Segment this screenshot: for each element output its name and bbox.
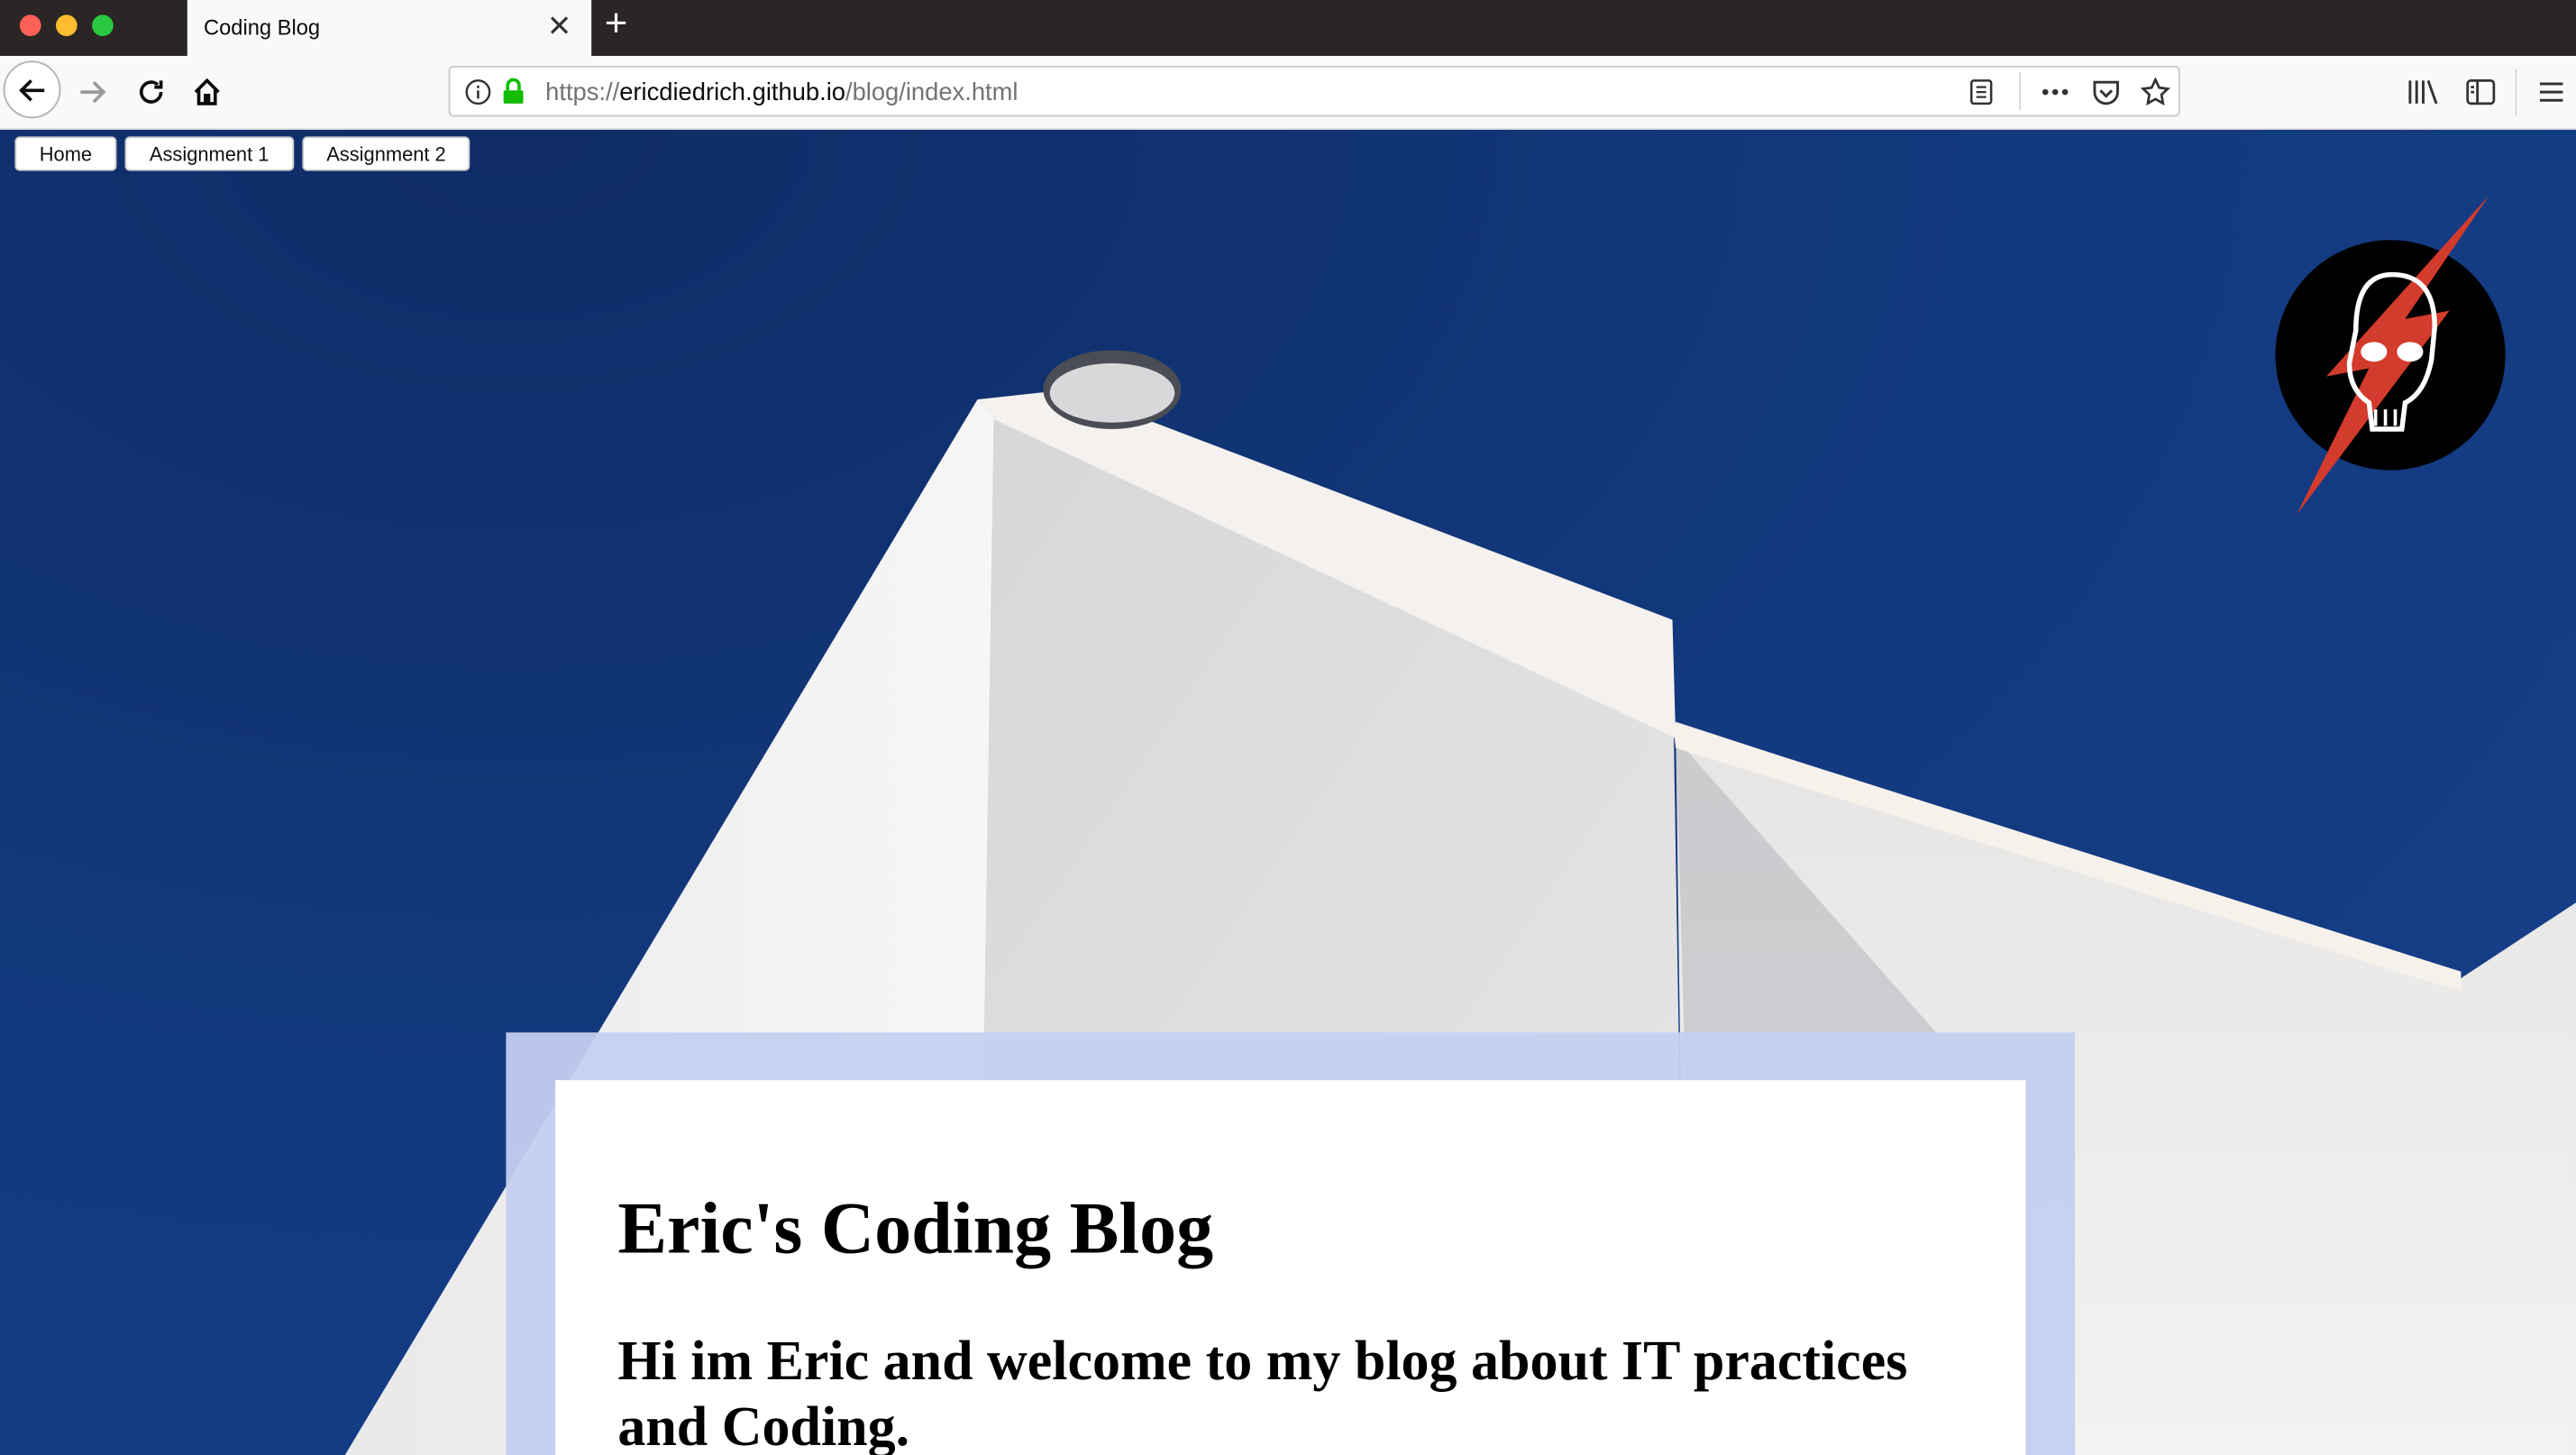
url-bar[interactable]: https://ericdiedrich.github.io/blog/inde… [448, 65, 2180, 117]
tab-coding-blog[interactable]: Coding Blog ✕ [187, 0, 592, 57]
menu-icon[interactable] [2538, 80, 2564, 104]
pocket-icon[interactable] [2091, 79, 2121, 107]
home-button[interactable] [187, 72, 227, 112]
back-button[interactable] [3, 60, 61, 119]
url-scheme: https:// [545, 78, 620, 107]
bookmark-star-icon[interactable] [2140, 77, 2170, 107]
nav-home-button[interactable]: Home [14, 136, 117, 171]
info-icon[interactable] [465, 79, 491, 105]
forward-button[interactable] [72, 72, 112, 112]
maximize-window-button[interactable] [92, 14, 114, 37]
library-icon[interactable] [2407, 79, 2439, 105]
minimize-window-button[interactable] [55, 14, 78, 37]
forward-arrow-icon [80, 80, 106, 104]
url-host: ericdiedrich.github.io [619, 78, 845, 107]
page-title: Eric's Coding Blog [617, 1186, 1214, 1269]
content-card: Eric's Coding Blog Hi im Eric and welcom… [555, 1080, 2026, 1455]
url-text[interactable]: https://ericdiedrich.github.io/blog/inde… [545, 79, 1018, 107]
tab-title: Coding Blog [204, 14, 321, 40]
site-navigation: Home Assignment 1 Assignment 2 [14, 136, 471, 171]
skull-lightning-logo[interactable] [2274, 196, 2512, 525]
close-icon[interactable]: ✕ [547, 10, 572, 42]
lock-icon[interactable] [501, 78, 525, 105]
reload-button[interactable] [132, 72, 171, 112]
home-icon [194, 78, 220, 105]
sidebar-icon[interactable] [2466, 78, 2496, 105]
reader-view-icon[interactable] [1969, 79, 1995, 105]
nav-assignment-1-button[interactable]: Assignment 1 [124, 136, 294, 171]
web-page: Home Assignment 1 Assignment 2 Eric's Co… [0, 130, 2576, 1455]
navigation-toolbar: https://ericdiedrich.github.io/blog/inde… [0, 56, 2576, 131]
more-icon[interactable] [2039, 79, 2071, 105]
plus-icon[interactable]: + [605, 3, 628, 46]
page-subtitle: Hi im Eric and welcome to my blog about … [617, 1331, 1908, 1455]
urlbar-separator [2019, 72, 2021, 111]
browser-window: Coding Blog ✕ + https://ericdiedrich.git… [0, 0, 2576, 1455]
back-arrow-icon [18, 78, 44, 101]
reload-icon [139, 80, 163, 104]
url-path: /blog/index.html [845, 78, 1019, 107]
close-window-button[interactable] [19, 14, 41, 37]
nav-assignment-2-button[interactable]: Assignment 2 [301, 136, 471, 171]
toolbar-separator [2515, 69, 2517, 115]
tab-strip: Coding Blog ✕ + [0, 0, 2576, 57]
